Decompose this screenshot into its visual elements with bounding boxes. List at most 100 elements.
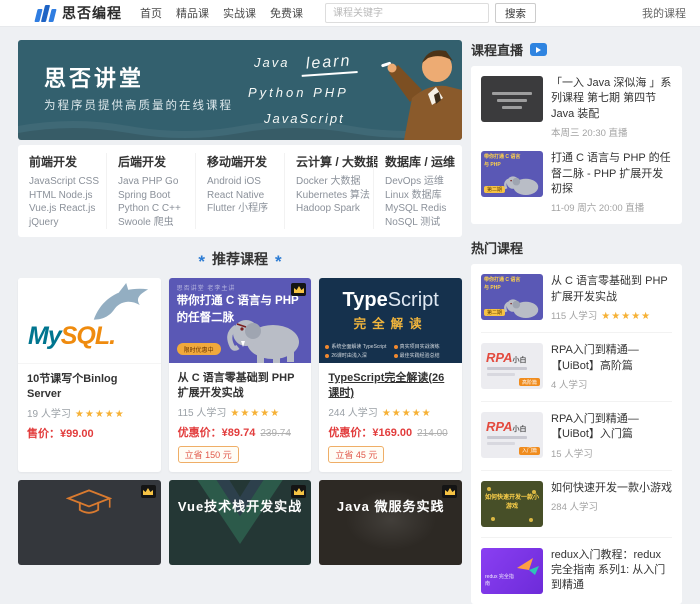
live-section-heading: 课程直播 (471, 40, 682, 59)
category-links[interactable]: React Native (207, 189, 273, 203)
hot-title: redux入门教程：redux完全指南 系列1: 从入门到精通 (551, 548, 672, 594)
category-title[interactable]: 数据库 / 运维 (385, 153, 451, 170)
bullet-dot-icon (394, 345, 398, 349)
course-price: 优惠价：¥169.00214.00 (328, 424, 453, 440)
course-thumbnail: 带你打通 C 语言与 PHP 第二期 (481, 274, 543, 320)
category-links[interactable]: Android iOS (207, 175, 273, 189)
php-elephant-icon (225, 307, 309, 363)
rating-stars: ★★★★★ (601, 311, 651, 322)
original-price: 239.74 (260, 428, 291, 439)
category-links[interactable]: Flutter 小程序 (207, 202, 273, 216)
students-count: 244 人学习 (328, 408, 377, 419)
live-item-c-php[interactable]: 带你打通 C 语言与 PHP 第二期 打通 C 语言与 PHP 的任督二脉 - … (481, 151, 672, 214)
live-item-java-series[interactable]: 「一入 Java 深似海 」系列课程 第七期 第四节 Java 装配 本周三 2… (481, 76, 672, 139)
category-links[interactable]: jQuery (29, 216, 95, 230)
hot-meta: 115 人学习★★★★★ (551, 308, 672, 322)
course-title: 从 C 语言零基础到 PHP 扩展开发实战 (178, 371, 303, 401)
thumb-line-decoration (487, 373, 515, 376)
typescript-wordmark: TypeScript (319, 289, 462, 312)
nav-link-practical-courses[interactable]: 实战课 (223, 5, 256, 21)
search-input[interactable] (325, 3, 489, 23)
hot-item-mini-game[interactable]: 如何快速开发一款小游戏 如何快速开发一款小游戏 284 人学习 (481, 470, 672, 537)
category-links[interactable]: DevOps 运维 (385, 175, 451, 189)
hot-meta: 4 人学习 (551, 377, 672, 391)
page-body: 思否讲堂 为程序员提供高质量的在线课程 Javalearn Python PHP… (0, 27, 700, 604)
course-card-binlog-server[interactable]: MySQL. 10节课写个Binlog Server 19 人学习★★★★★ 售… (18, 278, 161, 472)
nav-link-free-courses[interactable]: 免费课 (270, 5, 303, 21)
hot-item-info: 从 C 语言零基础到 PHP 扩展开发实战 115 人学习★★★★★ (543, 274, 672, 322)
category-links[interactable]: HTML Node.js (29, 189, 95, 203)
cover-title: Java 微服务实践 (319, 496, 462, 515)
live-time: 11-09 周六 20:00 直播 (551, 200, 672, 214)
course-card-typescript[interactable]: TypeScript 完全解读 系统全面解读 TypeScript 真实项目实战… (319, 278, 462, 472)
thumb-badge: 第二期 (484, 186, 505, 193)
category-title[interactable]: 后端开发 (118, 153, 184, 170)
bullet-dot-icon (325, 345, 329, 349)
category-title[interactable]: 前端开发 (29, 153, 95, 170)
category-links[interactable]: NoSQL 测试 (385, 216, 451, 230)
category-links[interactable]: JavaScript CSS (29, 175, 95, 189)
course-card-java-microservices[interactable]: Java 微服务实践 (319, 480, 462, 565)
original-price: 214.00 (417, 428, 448, 439)
category-links[interactable]: Hadoop Spark (296, 202, 362, 216)
category-links[interactable]: Java PHP Go (118, 175, 184, 189)
recommend-section-heading: *推荐课程* (18, 249, 462, 269)
category-panel: 前端开发 JavaScript CSS HTML Node.js Vue.js … (18, 145, 462, 237)
brand-name[interactable]: 思否编程 (62, 3, 122, 23)
course-cover (18, 480, 161, 565)
category-title[interactable]: 移动端开发 (207, 153, 273, 170)
cover-bullet: 系统全面解读 TypeScript (325, 343, 387, 350)
nav-link-premium-courses[interactable]: 精品课 (176, 5, 209, 21)
category-links[interactable]: Swoole 爬虫 (118, 216, 184, 230)
hot-course-list: 带你打通 C 语言与 PHP 第二期 从 C 语言零基础到 PHP 扩展开发实战… (471, 264, 682, 604)
crown-icon (442, 485, 457, 498)
hot-title: 从 C 语言零基础到 PHP 扩展开发实战 (551, 274, 672, 305)
top-navbar: 思否编程 首页 精品课 实战课 免费课 搜索 我的课程 (0, 0, 700, 27)
course-title: TypeScript完全解读(26课时) (328, 371, 453, 401)
hero-banner[interactable]: 思否讲堂 为程序员提供高质量的在线课程 Javalearn Python PHP… (18, 40, 462, 140)
hot-section-heading: 热门课程 (471, 238, 682, 257)
course-cover: MySQL. (18, 278, 161, 364)
hot-heading-text: 热门课程 (471, 238, 523, 257)
hot-title: RPA入门到精通—【UiBot】入门篇 (551, 412, 672, 443)
category-links[interactable]: Linux 数据库 (385, 189, 451, 203)
price-label: 优惠价： (178, 427, 222, 439)
category-links[interactable]: Docker 大数据 (296, 175, 362, 189)
hot-title: RPA入门到精通—【UiBot】高阶篇 (551, 343, 672, 374)
category-title[interactable]: 云计算 / 大数据 (296, 153, 362, 170)
save-amount-badge: 立省 45 元 (328, 446, 384, 463)
cover-bullet-list: 系统全面解读 TypeScript 真实项目实战演练 26课时由浅入深 最佳实践… (325, 343, 456, 359)
php-elephant-icon (503, 293, 543, 320)
course-card-vue-stack[interactable]: Vue技术栈开发实战 (169, 480, 312, 565)
save-amount-badge: 立省 150 元 (178, 446, 239, 463)
brand-logo-icon[interactable] (36, 5, 55, 22)
thumb-line-decoration (487, 442, 515, 445)
category-links[interactable]: Spring Boot (118, 189, 184, 203)
my-courses-link[interactable]: 我的课程 (642, 5, 686, 21)
hot-item-redux[interactable]: redux 完全指南 redux入门教程：redux完全指南 系列1: 从入门到… (481, 537, 672, 604)
category-links[interactable]: MySQL Redis (385, 202, 451, 216)
course-card-c-php[interactable]: 思否讲堂 老李主讲 带你打通 C 语言与 PHP 的任督二脉 限时优惠中 (169, 278, 312, 472)
hot-item-rpa-advanced[interactable]: RPA小白 高阶篇 RPA入门到精通—【UiBot】高阶篇 4 人学习 (481, 332, 672, 401)
course-card-bottom-1[interactable] (18, 480, 161, 565)
cover-promo-tag: 限时优惠中 (177, 343, 221, 355)
course-card-body: 10节课写个Binlog Server 19 人学习★★★★★ 售价：¥99.0… (18, 364, 161, 450)
php-elephant-icon (503, 170, 543, 197)
hot-item-c-php[interactable]: 带你打通 C 语言与 PHP 第二期 从 C 语言零基础到 PHP 扩展开发实战… (481, 264, 672, 332)
category-links[interactable]: Vue.js React.js (29, 202, 95, 216)
dot-decoration (529, 518, 533, 522)
teacher-illustration (376, 40, 462, 140)
nav-link-home[interactable]: 首页 (140, 5, 162, 21)
course-thumbnail: 如何快速开发一款小游戏 (481, 481, 543, 527)
thumb-caption: 带你打通 C 语言与 PHP (484, 154, 524, 169)
search-bar: 搜索 (325, 3, 536, 23)
search-button[interactable]: 搜索 (495, 3, 536, 23)
cover-subtitle: 完全解读 (319, 313, 462, 332)
live-time: 本周三 20:30 直播 (551, 125, 672, 139)
category-links[interactable]: Python C C++ (118, 202, 184, 216)
hot-item-rpa-beginner[interactable]: RPA小白 入门篇 RPA入门到精通—【UiBot】入门篇 15 人学习 (481, 401, 672, 470)
live-play-icon (530, 43, 547, 56)
crown-icon (291, 283, 306, 296)
category-links[interactable]: Kubernetes 算法 (296, 189, 362, 203)
rpa-logo-text: RPA小白 (486, 419, 526, 434)
